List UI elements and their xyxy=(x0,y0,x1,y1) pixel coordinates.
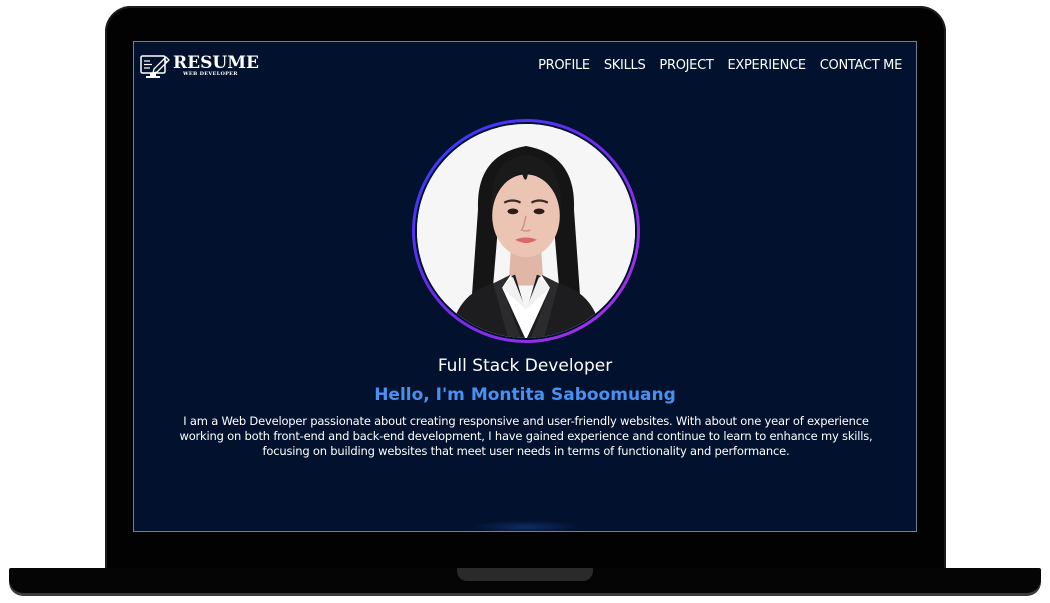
logo-subtitle: WEB DEVELOPER xyxy=(183,71,238,77)
nav-experience[interactable]: EXPERIENCE xyxy=(728,58,807,73)
portrait-image xyxy=(417,124,635,338)
website-screen: RESUME WEB DEVELOPER PROFILE SKILLS PROJ… xyxy=(133,41,917,532)
nav-skills[interactable]: SKILLS xyxy=(604,58,646,73)
profile-photo-ring xyxy=(412,119,640,343)
role-title: Full Stack Developer xyxy=(437,356,613,376)
nav-project[interactable]: PROJECT xyxy=(659,58,713,73)
bio-paragraph: I am a Web Developer passionate about cr… xyxy=(179,414,873,458)
greeting-heading: Hello, I'm Montita Saboomuang xyxy=(374,385,676,405)
logo-title: RESUME xyxy=(173,53,259,73)
section-divider-glow xyxy=(471,520,581,531)
profile-photo xyxy=(417,124,635,338)
laptop-notch xyxy=(457,568,593,581)
resume-monitor-pen-icon xyxy=(140,55,170,78)
main-nav: PROFILE SKILLS PROJECT EXPERIENCE CONTAC… xyxy=(538,58,902,73)
nav-contact-me[interactable]: CONTACT ME xyxy=(820,58,903,73)
nav-profile[interactable]: PROFILE xyxy=(538,58,590,73)
logo[interactable]: RESUME WEB DEVELOPER xyxy=(140,52,259,82)
